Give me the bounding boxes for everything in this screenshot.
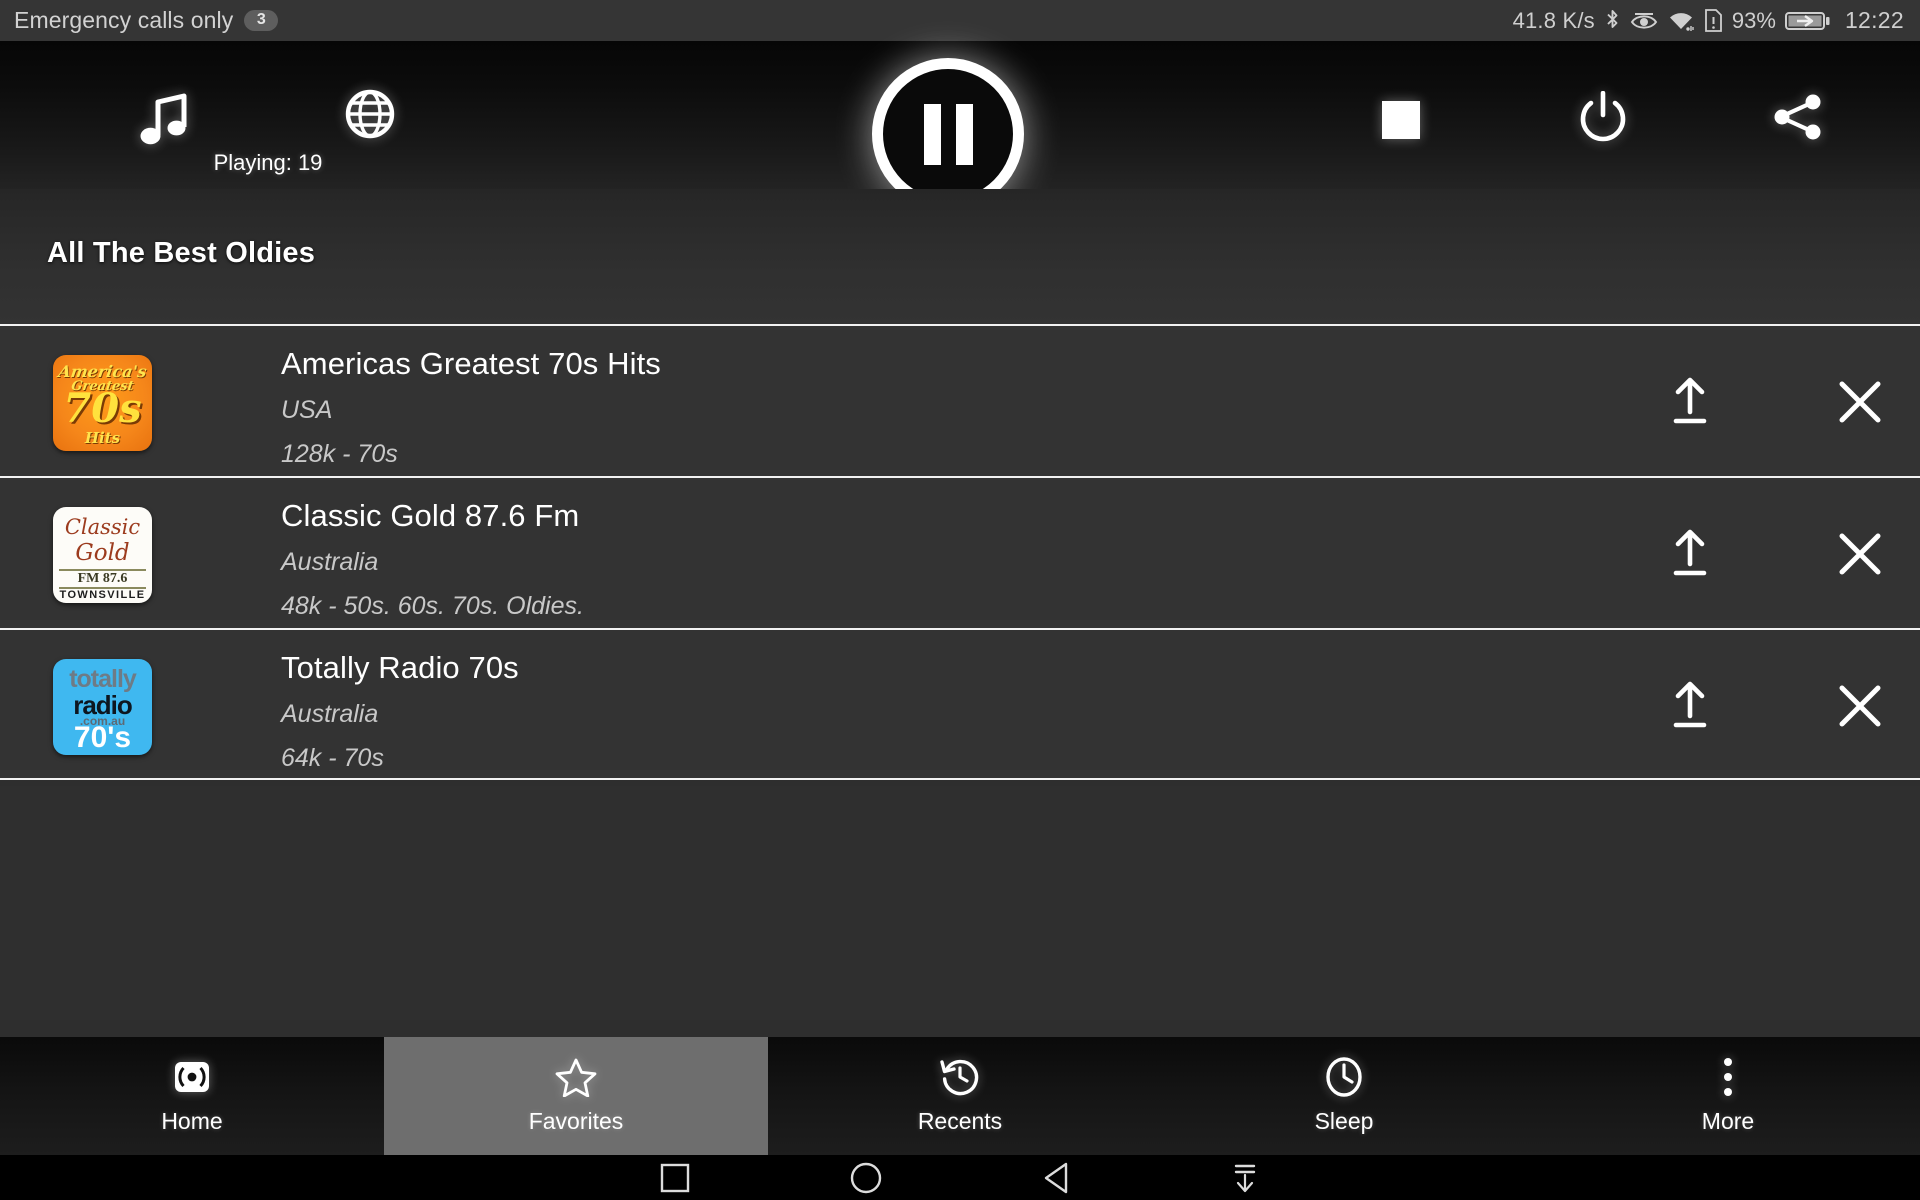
row-actions	[1630, 630, 1920, 782]
americas-greatest-70s-logo: America's Greatest 70s Hits	[53, 355, 152, 451]
playing-count-label: Playing: 19	[213, 150, 323, 175]
remove-station-icon[interactable]	[1800, 478, 1920, 630]
station-meta: 64k - 70s	[281, 743, 384, 772]
notification-count-badge: 3	[244, 10, 279, 31]
table-row[interactable]: totally radio .com.au 70's Totally Radio…	[0, 628, 1920, 780]
station-info: Classic Gold 87.6 Fm Australia 48k - 50s…	[281, 498, 584, 621]
bluetooth-icon	[1604, 8, 1621, 34]
stop-icon[interactable]	[1382, 101, 1420, 139]
power-icon[interactable]	[1578, 91, 1628, 143]
station-country: Australia	[281, 547, 379, 576]
nav-label-sleep: Sleep	[1314, 1108, 1374, 1134]
nav-label-favorites: Favorites	[528, 1108, 624, 1134]
home-circle-icon[interactable]	[850, 1162, 882, 1194]
pause-bar-right	[955, 103, 973, 165]
back-triangle-icon[interactable]	[1042, 1162, 1070, 1194]
move-to-top-icon[interactable]	[1630, 478, 1750, 630]
nav-item-recents[interactable]: Recents	[768, 1037, 1152, 1155]
remove-station-icon[interactable]	[1800, 326, 1920, 478]
row-actions	[1630, 478, 1920, 630]
station-meta: 128k - 70s	[281, 439, 398, 468]
empty-list-area	[0, 786, 1920, 1020]
android-status-bar: Emergency calls only 3 41.8 K/s 93% 12:2…	[0, 0, 1920, 41]
clock-label: 12:22	[1844, 7, 1904, 33]
logo-line-1: totally	[69, 665, 137, 693]
battery-charging-icon	[1784, 9, 1831, 33]
station-name: Totally Radio 70s	[281, 650, 519, 685]
logo-line-4: 70's	[73, 721, 132, 754]
logo-line-4: Hits	[84, 429, 121, 447]
pause-icon	[872, 58, 1024, 210]
table-row[interactable]: Classic Gold FM 87.6 TOWNSVILLE Classic …	[0, 476, 1920, 628]
section-header: All The Best Oldies	[0, 189, 1920, 324]
broadcast-icon	[172, 1057, 212, 1097]
status-bar-left: Emergency calls only 3	[14, 7, 279, 34]
bottom-navigation: Home Favorites Recents Sleep More	[0, 1037, 1920, 1155]
nav-item-home[interactable]: Home	[0, 1037, 384, 1155]
music-note-icon[interactable]	[138, 91, 190, 147]
move-to-top-icon[interactable]	[1630, 326, 1750, 478]
station-name: Americas Greatest 70s Hits	[281, 346, 661, 381]
clock-icon	[1324, 1057, 1364, 1097]
station-country: Australia	[281, 699, 379, 728]
nav-item-favorites[interactable]: Favorites	[384, 1037, 768, 1155]
station-meta: 48k - 50s. 60s. 70s. Oldies.	[281, 591, 584, 620]
share-icon[interactable]	[1772, 91, 1824, 143]
history-icon	[939, 1057, 981, 1097]
battery-percent-label: 93%	[1731, 7, 1776, 33]
station-logo: Classic Gold FM 87.6 TOWNSVILLE	[53, 507, 152, 603]
logo-line-3: FM 87.6	[59, 569, 146, 589]
row-actions	[1630, 326, 1920, 478]
logo-line-2: Gold	[75, 540, 130, 566]
move-to-top-icon[interactable]	[1630, 630, 1750, 782]
nav-label-home: Home	[161, 1108, 223, 1134]
station-info: Americas Greatest 70s Hits USA 128k - 70…	[281, 346, 661, 469]
station-logo: America's Greatest 70s Hits	[53, 355, 152, 451]
logo-line-1: Classic	[64, 515, 141, 539]
totally-radio-70s-logo: totally radio .com.au 70's	[53, 659, 152, 755]
hide-keyboard-icon[interactable]	[1230, 1162, 1260, 1194]
globe-icon[interactable]	[345, 89, 395, 139]
carrier-label: Emergency calls only	[14, 7, 234, 33]
station-logo: totally radio .com.au 70's	[53, 659, 152, 755]
recents-square-icon[interactable]	[660, 1163, 690, 1193]
nav-label-recents: Recents	[917, 1108, 1003, 1134]
station-info: Totally Radio 70s Australia 64k - 70s	[281, 650, 519, 773]
overflow-dots-icon	[1721, 1057, 1735, 1097]
star-icon	[555, 1057, 597, 1097]
table-row[interactable]: America's Greatest 70s Hits Americas Gre…	[0, 324, 1920, 476]
logo-line-3: 70s	[63, 385, 142, 432]
eye-icon	[1630, 9, 1658, 33]
player-toolbar: Playing: 19	[0, 41, 1920, 210]
page-title: All The Best Oldies	[47, 237, 316, 269]
network-speed-label: 41.8 K/s	[1512, 7, 1595, 33]
wifi-icon	[1667, 9, 1695, 33]
android-system-nav-bar	[0, 1155, 1920, 1200]
sim-alert-icon	[1704, 8, 1723, 33]
pause-bar-left	[923, 103, 941, 165]
station-country: USA	[281, 395, 333, 424]
station-list: America's Greatest 70s Hits Americas Gre…	[0, 324, 1920, 780]
radio-app-screen: Emergency calls only 3 41.8 K/s 93% 12:2…	[0, 0, 1920, 1200]
nav-item-more[interactable]: More	[1536, 1037, 1920, 1155]
remove-station-icon[interactable]	[1800, 630, 1920, 782]
status-bar-right: 41.8 K/s 93% 12:22	[1513, 7, 1904, 34]
station-name: Classic Gold 87.6 Fm	[281, 498, 580, 533]
nav-item-sleep[interactable]: Sleep	[1152, 1037, 1536, 1155]
nav-label-more: More	[1701, 1108, 1755, 1134]
logo-line-4: TOWNSVILLE	[59, 589, 146, 601]
classic-gold-logo: Classic Gold FM 87.6 TOWNSVILLE	[53, 507, 152, 603]
